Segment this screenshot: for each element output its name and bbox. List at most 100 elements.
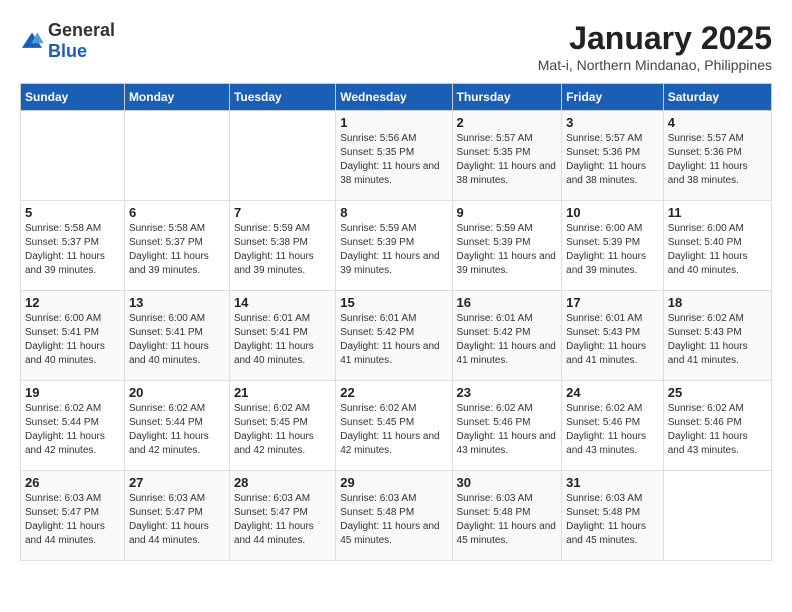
title-area: January 2025 Mat-i, Northern Mindanao, P…	[538, 20, 772, 73]
calendar-cell: 12Sunrise: 6:00 AM Sunset: 5:41 PM Dayli…	[21, 291, 125, 381]
header: General Blue January 2025 Mat-i, Norther…	[20, 20, 772, 73]
day-number: 27	[129, 475, 225, 490]
calendar-week-2: 5 Sunrise: 5:58 AM Sunset: 5:37 PM Daylig…	[21, 201, 772, 291]
calendar-cell: 3 Sunrise: 5:57 AM Sunset: 5:36 PM Daylig…	[562, 111, 664, 201]
main-title: January 2025	[538, 20, 772, 57]
logo: General Blue	[20, 20, 115, 62]
day-info: Sunrise: 6:02 AM Sunset: 5:43 PM Dayligh…	[668, 312, 767, 368]
day-info: Sunrise: 5:57 AM Sunset: 5:36 PM Dayligh…	[668, 132, 767, 188]
day-number: 12	[25, 295, 120, 310]
day-number: 28	[234, 475, 331, 490]
calendar-cell: 28 Sunrise: 6:03 AM Sunset: 5:47 PM Dayli…	[229, 471, 335, 561]
day-number: 22	[340, 385, 447, 400]
calendar-cell: 18 Sunrise: 6:02 AM Sunset: 5:43 PM Dayli…	[663, 291, 771, 381]
calendar-cell: 19 Sunrise: 6:02 AM Sunset: 5:44 PM Dayli…	[21, 381, 125, 471]
day-info: Sunrise: 5:57 AM Sunset: 5:35 PM Dayligh…	[457, 132, 558, 188]
day-number: 3	[566, 115, 659, 130]
col-wednesday: Wednesday	[336, 84, 452, 111]
calendar-cell: 1 Sunrise: 5:56 AM Sunset: 5:35 PM Daylig…	[336, 111, 452, 201]
day-number: 11	[668, 205, 767, 220]
day-number: 24	[566, 385, 659, 400]
day-number: 16	[457, 295, 558, 310]
day-number: 5	[25, 205, 120, 220]
subtitle: Mat-i, Northern Mindanao, Philippines	[538, 57, 772, 73]
day-info: Sunrise: 6:02 AM Sunset: 5:45 PM Dayligh…	[234, 402, 331, 458]
calendar-cell: 8 Sunrise: 5:59 AM Sunset: 5:39 PM Daylig…	[336, 201, 452, 291]
calendar-cell: 15Sunrise: 6:01 AM Sunset: 5:42 PM Dayli…	[336, 291, 452, 381]
day-number: 26	[25, 475, 120, 490]
day-info: Sunrise: 5:59 AM Sunset: 5:38 PM Dayligh…	[234, 222, 331, 278]
calendar-cell: 24 Sunrise: 6:02 AM Sunset: 5:46 PM Dayli…	[562, 381, 664, 471]
day-info: Sunrise: 6:01 AM Sunset: 5:42 PM Dayligh…	[457, 312, 558, 368]
calendar-cell: 13 Sunrise: 6:00 AM Sunset: 5:41 PM Dayli…	[124, 291, 229, 381]
calendar-cell: 9 Sunrise: 5:59 AM Sunset: 5:39 PM Daylig…	[452, 201, 562, 291]
day-info: Sunrise: 6:03 AM Sunset: 5:47 PM Dayligh…	[129, 492, 225, 548]
day-info: Sunrise: 6:02 AM Sunset: 5:44 PM Dayligh…	[25, 402, 120, 458]
day-info: Sunrise: 6:03 AM Sunset: 5:47 PM Dayligh…	[25, 492, 120, 548]
day-number: 17	[566, 295, 659, 310]
col-monday: Monday	[124, 84, 229, 111]
day-info: Sunrise: 6:00 AM Sunset: 5:39 PM Dayligh…	[566, 222, 659, 278]
day-number: 6	[129, 205, 225, 220]
day-info: Sunrise: 6:02 AM Sunset: 5:46 PM Dayligh…	[566, 402, 659, 458]
day-number: 21	[234, 385, 331, 400]
logo-icon	[20, 31, 44, 51]
calendar-week-4: 19 Sunrise: 6:02 AM Sunset: 5:44 PM Dayli…	[21, 381, 772, 471]
calendar-cell: 26 Sunrise: 6:03 AM Sunset: 5:47 PM Dayli…	[21, 471, 125, 561]
day-info: Sunrise: 6:00 AM Sunset: 5:41 PM Dayligh…	[129, 312, 225, 368]
day-number: 2	[457, 115, 558, 130]
day-number: 25	[668, 385, 767, 400]
col-friday: Friday	[562, 84, 664, 111]
calendar-cell: 20Sunrise: 6:02 AM Sunset: 5:44 PM Dayli…	[124, 381, 229, 471]
calendar-cell: 27 Sunrise: 6:03 AM Sunset: 5:47 PM Dayli…	[124, 471, 229, 561]
day-info: Sunrise: 6:02 AM Sunset: 5:46 PM Dayligh…	[457, 402, 558, 458]
calendar-cell: 30 Sunrise: 6:03 AM Sunset: 5:48 PM Dayli…	[452, 471, 562, 561]
day-number: 30	[457, 475, 558, 490]
calendar-cell: 14Sunrise: 6:01 AM Sunset: 5:41 PM Dayli…	[229, 291, 335, 381]
day-number: 13	[129, 295, 225, 310]
day-info: Sunrise: 5:58 AM Sunset: 5:37 PM Dayligh…	[25, 222, 120, 278]
day-number: 4	[668, 115, 767, 130]
day-info: Sunrise: 6:01 AM Sunset: 5:41 PM Dayligh…	[234, 312, 331, 368]
col-saturday: Saturday	[663, 84, 771, 111]
day-number: 29	[340, 475, 447, 490]
day-info: Sunrise: 5:59 AM Sunset: 5:39 PM Dayligh…	[457, 222, 558, 278]
calendar-cell	[229, 111, 335, 201]
calendar-cell	[21, 111, 125, 201]
day-info: Sunrise: 5:57 AM Sunset: 5:36 PM Dayligh…	[566, 132, 659, 188]
day-number: 18	[668, 295, 767, 310]
calendar-week-3: 12 Sunrise: 6:00 AM Sunset: 5:41 PM Dayli…	[21, 291, 772, 381]
day-number: 7	[234, 205, 331, 220]
calendar-week-1: 1 Sunrise: 5:56 AM Sunset: 5:35 PM Daylig…	[21, 111, 772, 201]
calendar-cell: 25Sunrise: 6:02 AM Sunset: 5:46 PM Dayli…	[663, 381, 771, 471]
day-info: Sunrise: 5:59 AM Sunset: 5:39 PM Dayligh…	[340, 222, 447, 278]
day-number: 1	[340, 115, 447, 130]
col-tuesday: Tuesday	[229, 84, 335, 111]
calendar-cell: 10 Sunrise: 6:00 AM Sunset: 5:39 PM Dayli…	[562, 201, 664, 291]
day-number: 8	[340, 205, 447, 220]
day-info: Sunrise: 5:56 AM Sunset: 5:35 PM Dayligh…	[340, 132, 447, 188]
day-info: Sunrise: 6:03 AM Sunset: 5:47 PM Dayligh…	[234, 492, 331, 548]
calendar-cell: 4 Sunrise: 5:57 AM Sunset: 5:36 PM Daylig…	[663, 111, 771, 201]
calendar-cell: 6 Sunrise: 5:58 AM Sunset: 5:37 PM Daylig…	[124, 201, 229, 291]
day-info: Sunrise: 6:00 AM Sunset: 5:40 PM Dayligh…	[668, 222, 767, 278]
logo-general: General	[48, 20, 115, 40]
logo-blue: Blue	[48, 41, 87, 61]
day-number: 20	[129, 385, 225, 400]
day-info: Sunrise: 6:03 AM Sunset: 5:48 PM Dayligh…	[340, 492, 447, 548]
day-number: 19	[25, 385, 120, 400]
day-info: Sunrise: 5:58 AM Sunset: 5:37 PM Dayligh…	[129, 222, 225, 278]
logo-text: General Blue	[48, 20, 115, 62]
day-number: 31	[566, 475, 659, 490]
calendar-cell: 29 Sunrise: 6:03 AM Sunset: 5:48 PM Dayli…	[336, 471, 452, 561]
day-info: Sunrise: 6:02 AM Sunset: 5:45 PM Dayligh…	[340, 402, 447, 458]
day-number: 10	[566, 205, 659, 220]
day-info: Sunrise: 6:01 AM Sunset: 5:43 PM Dayligh…	[566, 312, 659, 368]
calendar-cell: 22 Sunrise: 6:02 AM Sunset: 5:45 PM Dayli…	[336, 381, 452, 471]
day-number: 9	[457, 205, 558, 220]
day-info: Sunrise: 6:03 AM Sunset: 5:48 PM Dayligh…	[457, 492, 558, 548]
day-info: Sunrise: 6:01 AM Sunset: 5:42 PM Dayligh…	[340, 312, 447, 368]
day-info: Sunrise: 6:03 AM Sunset: 5:48 PM Dayligh…	[566, 492, 659, 548]
calendar-cell: 23Sunrise: 6:02 AM Sunset: 5:46 PM Dayli…	[452, 381, 562, 471]
calendar-cell	[663, 471, 771, 561]
